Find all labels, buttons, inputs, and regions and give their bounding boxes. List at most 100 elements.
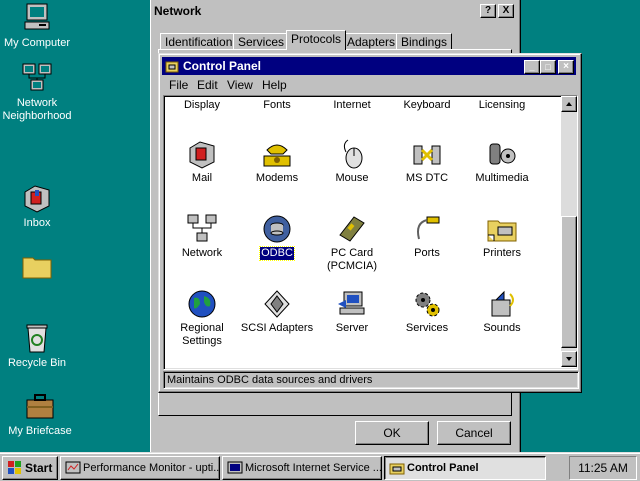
task-label: Microsoft Internet Service ...	[245, 462, 382, 474]
performance-monitor-icon	[65, 461, 81, 474]
cp-item-server[interactable]: Server	[314, 288, 390, 335]
cp-item-scsi-adapters[interactable]: SCSI Adapters	[239, 288, 315, 335]
item-label: PC Card (PCMCIA)	[326, 247, 378, 272]
my-computer-icon	[24, 3, 50, 30]
control-panel-icon	[165, 61, 179, 73]
mail-icon	[189, 141, 215, 169]
window-title: Control Panel	[183, 59, 262, 73]
menu-help[interactable]: Help	[262, 78, 287, 92]
start-label: Start	[25, 461, 53, 475]
cp-item-mouse[interactable]: Mouse	[314, 138, 390, 185]
desktop-icon-label: Recycle Bin	[7, 357, 67, 369]
maximize-button[interactable]: □	[540, 60, 556, 74]
cp-item-ports[interactable]: Ports	[389, 213, 465, 260]
gears-icon	[415, 292, 440, 317]
close-button[interactable]: X	[498, 4, 514, 18]
cp-item-printers[interactable]: Printers	[464, 213, 540, 260]
cp-item-modems[interactable]: Modems	[239, 138, 315, 185]
item-label: Sounds	[483, 322, 521, 334]
item-label: Keyboard	[403, 99, 451, 111]
item-label: Display	[183, 99, 221, 111]
mouse-icon	[343, 139, 363, 169]
scroll-down-button[interactable]	[561, 351, 577, 367]
network-neighborhood-icon	[22, 63, 52, 91]
desktop-icon-my-computer[interactable]: My Computer	[0, 2, 77, 50]
cp-item-keyboard[interactable]: Keyboard	[389, 99, 465, 112]
desktop-icon-network-neighborhood[interactable]: Network Neighborhood	[0, 62, 77, 123]
cp-item-fonts[interactable]: Fonts	[239, 99, 315, 112]
cp-item-display[interactable]: Display	[164, 99, 240, 112]
item-label: Mail	[191, 172, 213, 184]
desktop-icon-my-briefcase[interactable]: My Briefcase	[0, 390, 80, 438]
scroll-thumb[interactable]	[561, 216, 577, 348]
cp-item-odbc[interactable]: ODBC	[239, 213, 315, 261]
cp-item-regional-settings[interactable]: Regional Settings	[164, 288, 240, 348]
briefcase-icon	[26, 394, 54, 419]
tab-bindings[interactable]: Bindings	[396, 33, 453, 50]
cp-item-pc-card[interactable]: PC Card (PCMCIA)	[314, 213, 390, 273]
vertical-scrollbar[interactable]	[561, 96, 577, 367]
ports-icon	[417, 216, 440, 240]
multimedia-icon	[489, 143, 516, 165]
cp-item-internet[interactable]: Internet	[314, 99, 390, 112]
folder-icon	[22, 257, 52, 279]
menu-view[interactable]: View	[227, 78, 253, 92]
scroll-up-button[interactable]	[561, 96, 577, 112]
speaker-icon	[491, 290, 514, 317]
menu-edit[interactable]: Edit	[197, 78, 218, 92]
pccard-icon	[339, 216, 365, 242]
cp-item-sounds[interactable]: Sounds	[464, 288, 540, 335]
start-button[interactable]: Start	[2, 456, 58, 480]
network-icon	[187, 214, 217, 242]
recycle-bin-icon	[26, 324, 48, 353]
task-performance-monitor[interactable]: Performance Monitor - upti...	[60, 456, 220, 480]
menu-file[interactable]: File	[169, 78, 188, 92]
item-label: Multimedia	[475, 172, 529, 184]
arrow-up-icon	[566, 102, 572, 106]
taskbar: Start Performance Monitor - upti... Micr…	[0, 452, 640, 481]
cp-item-multimedia[interactable]: Multimedia	[464, 138, 540, 185]
desktop-icon-inbox[interactable]: Inbox	[0, 182, 77, 230]
close-button[interactable]: ×	[558, 60, 574, 74]
desktop-icon-folder[interactable]	[0, 250, 77, 285]
cp-item-ms-dtc[interactable]: MS DTC	[389, 138, 465, 185]
windows-logo-icon	[8, 461, 21, 474]
arrow-down-icon	[566, 357, 572, 361]
ok-button[interactable]: OK	[355, 421, 429, 445]
help-button[interactable]: ?	[480, 4, 496, 18]
item-label: Services	[405, 322, 449, 334]
item-label: MS DTC	[405, 172, 449, 184]
item-label: ODBC	[259, 246, 295, 261]
tab-services[interactable]: Services	[233, 33, 290, 50]
modem-phone-icon	[263, 144, 291, 167]
item-label: Modems	[255, 172, 299, 184]
minimize-button[interactable]: _	[524, 60, 540, 74]
cp-item-network[interactable]: Network	[164, 213, 240, 260]
cancel-button[interactable]: Cancel	[437, 421, 511, 445]
system-tray-clock[interactable]: 11:25 AM	[569, 456, 637, 480]
tab-identification[interactable]: Identification	[160, 33, 238, 50]
task-internet-service-manager[interactable]: Microsoft Internet Service ...	[222, 456, 382, 480]
item-label: Licensing	[478, 99, 526, 111]
cp-item-mail[interactable]: Mail	[164, 138, 240, 185]
item-label: SCSI Adapters	[240, 322, 314, 334]
desktop-icon-label: Network Neighborhood	[2, 97, 72, 122]
title-bar[interactable]: Control Panel _ □ ×	[162, 57, 576, 75]
desktop-icon-recycle-bin[interactable]: Recycle Bin	[0, 322, 77, 370]
cp-item-licensing[interactable]: Licensing	[464, 99, 540, 112]
globe-icon	[188, 290, 216, 318]
icon-view: Display Fonts Internet Keyboard Licensin…	[163, 95, 578, 370]
item-label: Ports	[414, 247, 440, 259]
server-icon	[338, 291, 365, 315]
task-control-panel[interactable]: Control Panel	[384, 456, 546, 480]
task-label: Control Panel	[407, 462, 479, 474]
tab-adapters[interactable]: Adapters	[342, 33, 401, 50]
tab-protocols[interactable]: Protocols	[286, 30, 347, 50]
item-label: Internet	[333, 99, 371, 111]
desktop-icon-label: My Computer	[3, 37, 71, 49]
cp-item-services[interactable]: Services	[389, 288, 465, 335]
odbc-icon	[263, 215, 291, 243]
item-label: Regional Settings	[180, 322, 224, 347]
scsi-icon	[264, 290, 290, 318]
status-bar: Maintains ODBC data sources and drivers	[163, 371, 579, 389]
